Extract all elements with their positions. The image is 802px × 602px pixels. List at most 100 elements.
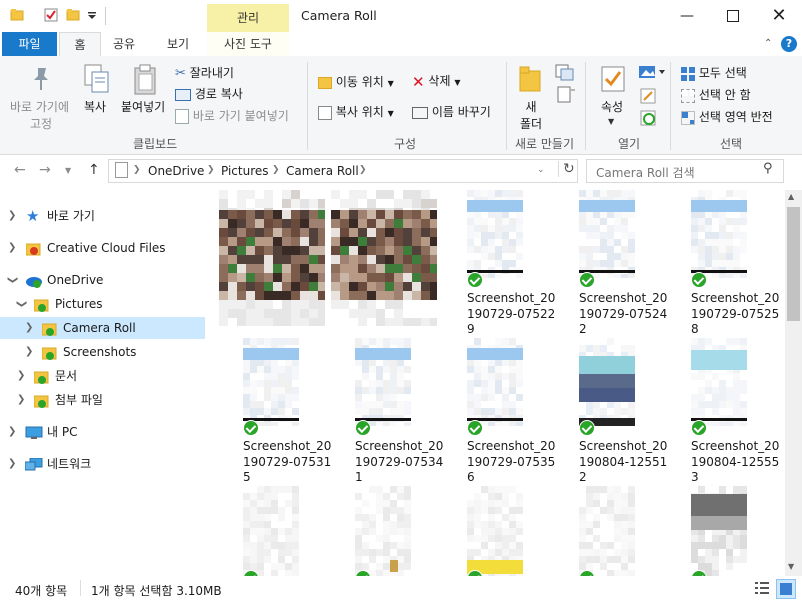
address-bar[interactable]: ❯ OneDrive ❯ Pictures ❯ Camera Roll ❯ ⌄ …: [108, 159, 578, 183]
file-tile[interactable]: Screenshot_20190729-075229: [443, 190, 555, 336]
new-item-icon[interactable]: [555, 64, 577, 85]
nav-pictures[interactable]: ❯ Pictures: [0, 293, 205, 315]
close-button[interactable]: ✕: [756, 0, 802, 32]
delete-button[interactable]: ✕ 삭제 ▼: [412, 72, 460, 91]
file-tile[interactable]: [219, 486, 325, 576]
chevron-right-icon[interactable]: ❯: [25, 317, 33, 339]
thumbnail-pixel: [264, 199, 273, 208]
file-tile[interactable]: Screenshot_20190804-125553: [667, 338, 779, 484]
file-tile[interactable]: Screenshot_20190804-125512: [555, 338, 667, 484]
back-icon[interactable]: ←: [14, 162, 26, 178]
file-tile[interactable]: [443, 486, 549, 576]
select-none-button[interactable]: 선택 안 함: [681, 86, 751, 103]
nav-onedrive[interactable]: ❯ OneDrive: [0, 269, 205, 291]
thumbnail-pixel: [579, 225, 586, 232]
pin-quick-access-button[interactable]: 바로 가기에 고정: [10, 98, 69, 132]
properties-icon[interactable]: [44, 8, 58, 22]
rename-button[interactable]: 이름 바꾸기: [412, 103, 491, 120]
file-thumbnail: [691, 338, 747, 426]
file-tile[interactable]: Screenshot_20190729-075356: [443, 338, 555, 484]
copy-to-button[interactable]: 복사 위치 ▼: [318, 103, 394, 120]
nav-documents[interactable]: ❯ 문서: [0, 365, 205, 387]
thumbnail-pixel: [397, 549, 404, 556]
up-icon[interactable]: ↑: [88, 162, 100, 178]
file-tile[interactable]: [667, 486, 773, 576]
chevron-down-icon[interactable]: ❯: [1, 276, 23, 284]
nav-screenshots[interactable]: ❯ Screenshots: [0, 341, 205, 363]
chevron-right-icon[interactable]: ❯: [8, 453, 16, 475]
nav-screenshots-label: Screenshots: [63, 345, 137, 359]
chevron-right-icon[interactable]: ❯: [8, 421, 16, 443]
details-view-icon[interactable]: [755, 581, 769, 595]
tab-home[interactable]: 홈: [59, 32, 101, 57]
scroll-down-icon[interactable]: ▼: [788, 562, 794, 571]
nav-camera-roll[interactable]: ❯ Camera Roll: [0, 317, 205, 339]
paste-shortcut-button[interactable]: 바로 가기 붙여넣기: [175, 107, 289, 124]
nav-creative-cloud[interactable]: ❯ Creative Cloud Files: [0, 237, 205, 259]
cut-button[interactable]: ✂ 잘라내기: [175, 64, 234, 81]
move-to-button[interactable]: 이동 위치 ▼: [318, 73, 394, 90]
file-tile[interactable]: [331, 486, 437, 576]
thumbnail-pixel: [292, 387, 299, 394]
context-tab-manage[interactable]: 관리: [207, 4, 289, 32]
help-icon[interactable]: ?: [781, 36, 797, 52]
file-tile[interactable]: Screenshot_20190729-075258: [667, 190, 779, 336]
thumbnail-pixel: [621, 408, 628, 415]
file-tile[interactable]: Screenshot_20190729-075315: [219, 338, 331, 484]
thumbnail-pixel: [397, 366, 404, 373]
customize-qat-icon[interactable]: [87, 10, 101, 24]
thumbnail-pixel: [412, 208, 421, 210]
new-folder-icon[interactable]: [66, 8, 80, 22]
new-folder-button[interactable]: 새 폴더: [517, 98, 545, 132]
recent-locations-icon[interactable]: ▼: [65, 166, 71, 175]
nav-this-pc[interactable]: ❯ 내 PC: [0, 421, 205, 443]
file-tile[interactable]: [331, 190, 437, 336]
file-tile[interactable]: [555, 486, 661, 576]
tab-file[interactable]: 파일: [2, 32, 57, 56]
open-icon[interactable]: [638, 64, 666, 83]
select-all-button[interactable]: 모두 선택: [681, 64, 747, 81]
chevron-right-icon[interactable]: ❯: [25, 341, 33, 363]
chevron-right-icon[interactable]: ❯: [8, 205, 16, 227]
copy-button[interactable]: 복사: [84, 98, 106, 115]
chevron-right-icon[interactable]: ❯: [8, 237, 16, 259]
file-tile[interactable]: [219, 190, 325, 336]
properties-button[interactable]: 속성: [601, 98, 623, 115]
minimize-button[interactable]: —: [664, 0, 710, 32]
address-dropdown-icon[interactable]: ⌄: [537, 165, 545, 175]
thumbnail-pixel: [278, 366, 285, 373]
edit-icon[interactable]: [640, 88, 656, 107]
thumbnail-pixel: [467, 401, 474, 408]
chevron-down-icon[interactable]: ❯: [10, 300, 32, 308]
search-box[interactable]: Camera Roll 검색 ⚲: [586, 159, 784, 183]
tab-picture-tools[interactable]: 사진 도구: [207, 32, 289, 56]
chevron-right-icon[interactable]: ❯: [17, 365, 25, 387]
scroll-up-icon[interactable]: ▲: [788, 192, 794, 201]
thumbnail-pixel: [593, 535, 600, 542]
collapse-ribbon-icon[interactable]: ⌃: [764, 38, 772, 49]
refresh-icon[interactable]: ↻: [558, 161, 575, 177]
scrollbar-thumb[interactable]: [787, 207, 800, 321]
file-tile[interactable]: Screenshot_20190729-075341: [331, 338, 443, 484]
forward-icon[interactable]: →: [39, 162, 51, 178]
large-icons-view-button[interactable]: [776, 579, 796, 599]
tab-view[interactable]: 보기: [156, 32, 200, 56]
paste-button[interactable]: 붙여넣기: [121, 98, 165, 115]
thumbnail-pixel: [733, 570, 740, 576]
nav-network[interactable]: ❯ 네트워크: [0, 453, 205, 475]
invert-selection-button[interactable]: 선택 영역 반전: [681, 108, 773, 125]
easy-access-icon[interactable]: [555, 86, 577, 107]
breadcrumb-pictures[interactable]: Pictures: [221, 164, 269, 178]
file-tile[interactable]: Screenshot_20190729-075242: [555, 190, 667, 336]
thumbnail-pixel: [264, 219, 273, 228]
chevron-right-icon[interactable]: ❯: [17, 389, 25, 411]
nav-quick-access[interactable]: ❯ ★ 바로 가기: [0, 205, 205, 227]
breadcrumb-camera-roll[interactable]: Camera Roll: [286, 164, 359, 178]
copy-path-button[interactable]: 경로 복사: [175, 85, 243, 102]
history-icon[interactable]: [640, 110, 656, 129]
maximize-button[interactable]: [710, 0, 756, 32]
thumbnail-pixel: [600, 246, 607, 253]
nav-attachments[interactable]: ❯ 첨부 파일: [0, 389, 205, 411]
tab-share[interactable]: 공유: [104, 32, 144, 56]
breadcrumb-onedrive[interactable]: OneDrive: [148, 164, 204, 178]
